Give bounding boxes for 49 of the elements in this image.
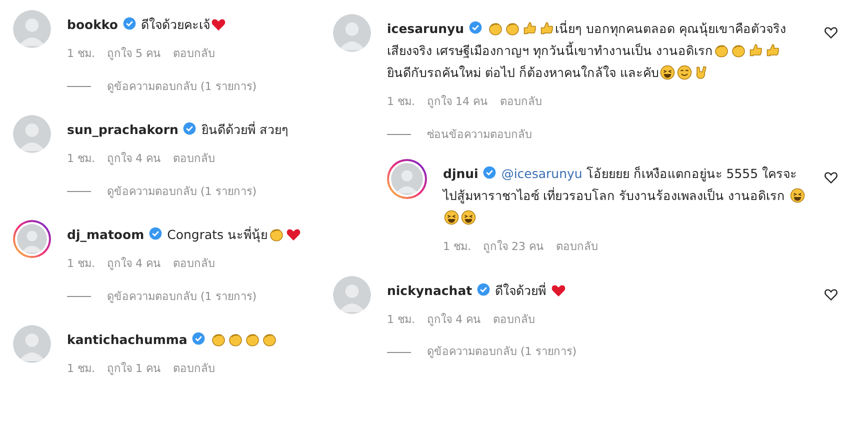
reply-link[interactable]: ตอบกลับ <box>173 46 215 62</box>
comment-text: kantichachumma <box>67 329 325 351</box>
reply-link[interactable]: ตอบกลับ <box>556 239 598 256</box>
reply-link[interactable]: ตอบกลับ <box>173 151 215 168</box>
reply-link[interactable]: ตอบกลับ <box>173 361 215 378</box>
comment-time: 1 ชม. <box>443 239 471 255</box>
likes-count[interactable]: ถูกใจ 1 คน <box>107 361 161 378</box>
comment-time: 1 ชม. <box>387 312 415 328</box>
comment-text: djnui @icesarunyu โอ้ยยยย ก็เหงือแตกอยู่นะ 5555 ใครจะไปสู้มหาราชาไอซ์ เที่ยวรอบโลก รับงานร้องเพลงเป็น งานอดิเรก <box>443 163 808 229</box>
likes-count[interactable]: ถูกใจ 4 คน <box>107 151 161 168</box>
likes-count[interactable]: ถูกใจ 4 คน <box>107 256 161 272</box>
comment-time: 1 ชม. <box>67 256 95 272</box>
comment-text: icesarunyu เนี่ยๆ บอกทุกคนตลอด คุณนุ้ยเขาคือตัวจริงเสียงจริง เศรษฐีเมืองกาญฯ ทุกวันนี้เขาทำงานเป็น งานอดิเรก ยินดีกับรถคันใหม่ ต่อไป ก็ต้องหาคนใกล้ใจ และคับ <box>387 19 788 82</box>
replies-toggle[interactable]: ดูข้อความตอบกลับ (1 รายการ) <box>107 184 257 200</box>
reply-link[interactable]: ตอบกลับ <box>173 256 215 272</box>
comment-time: 1 ชม. <box>387 94 415 110</box>
heart-icon <box>551 282 566 298</box>
heart-icon[interactable] <box>824 171 838 184</box>
thumbs-up-icon <box>539 21 554 36</box>
replies-toggle[interactable]: ดูข้อความตอบกลับ (1 รายการ) <box>107 288 257 305</box>
laughing-face-icon <box>461 210 476 225</box>
laughing-face-icon <box>790 188 805 203</box>
heart-icon[interactable] <box>824 288 838 300</box>
hand-icon <box>694 65 709 80</box>
comment-time: 1 ชม. <box>67 46 95 62</box>
comment-text: dj_matoom Congrats นะพี่นุ้ย <box>67 224 325 246</box>
likes-count[interactable]: ถูกใจ 5 คน <box>107 46 161 62</box>
reply-link[interactable]: ตอบกลับ <box>500 94 542 110</box>
comment-time: 1 ชม. <box>67 151 95 167</box>
likes-count[interactable]: ถูกใจ 14 คน <box>427 94 488 110</box>
thumbs-up-icon <box>764 43 780 58</box>
replies-toggle[interactable]: ดูข้อความตอบกลับ (1 รายการ) <box>107 78 257 95</box>
heart-icon[interactable] <box>824 26 838 39</box>
thumbs-up-icon <box>748 43 763 58</box>
laughing-face-icon <box>660 65 675 80</box>
comment-text: bookko ดีใจด้วยคะเจ้ <box>67 14 325 36</box>
replies-toggle[interactable]: ซ่อนข้อความตอบกลับ <box>427 126 532 143</box>
smiling-face-icon <box>676 65 692 80</box>
reply-link[interactable]: ตอบกลับ <box>493 312 535 328</box>
likes-count[interactable]: ถูกใจ 23 คน <box>483 239 544 256</box>
comment-text: nickynachat ดีใจด้วยพี่ <box>387 280 808 302</box>
thumbs-up-icon <box>522 21 538 36</box>
comment-time: 1 ชม. <box>67 361 95 377</box>
laughing-face-icon <box>444 210 459 225</box>
comment-text: sun_prachakorn ยินดีด้วยพี่ สวยๆ <box>67 120 290 139</box>
heart-icon <box>211 17 226 32</box>
replies-toggle[interactable]: ดูข้อความตอบกลับ (1 รายการ) <box>427 344 577 360</box>
heart-icon <box>286 227 301 242</box>
likes-count[interactable]: ถูกใจ 4 คน <box>427 312 481 328</box>
